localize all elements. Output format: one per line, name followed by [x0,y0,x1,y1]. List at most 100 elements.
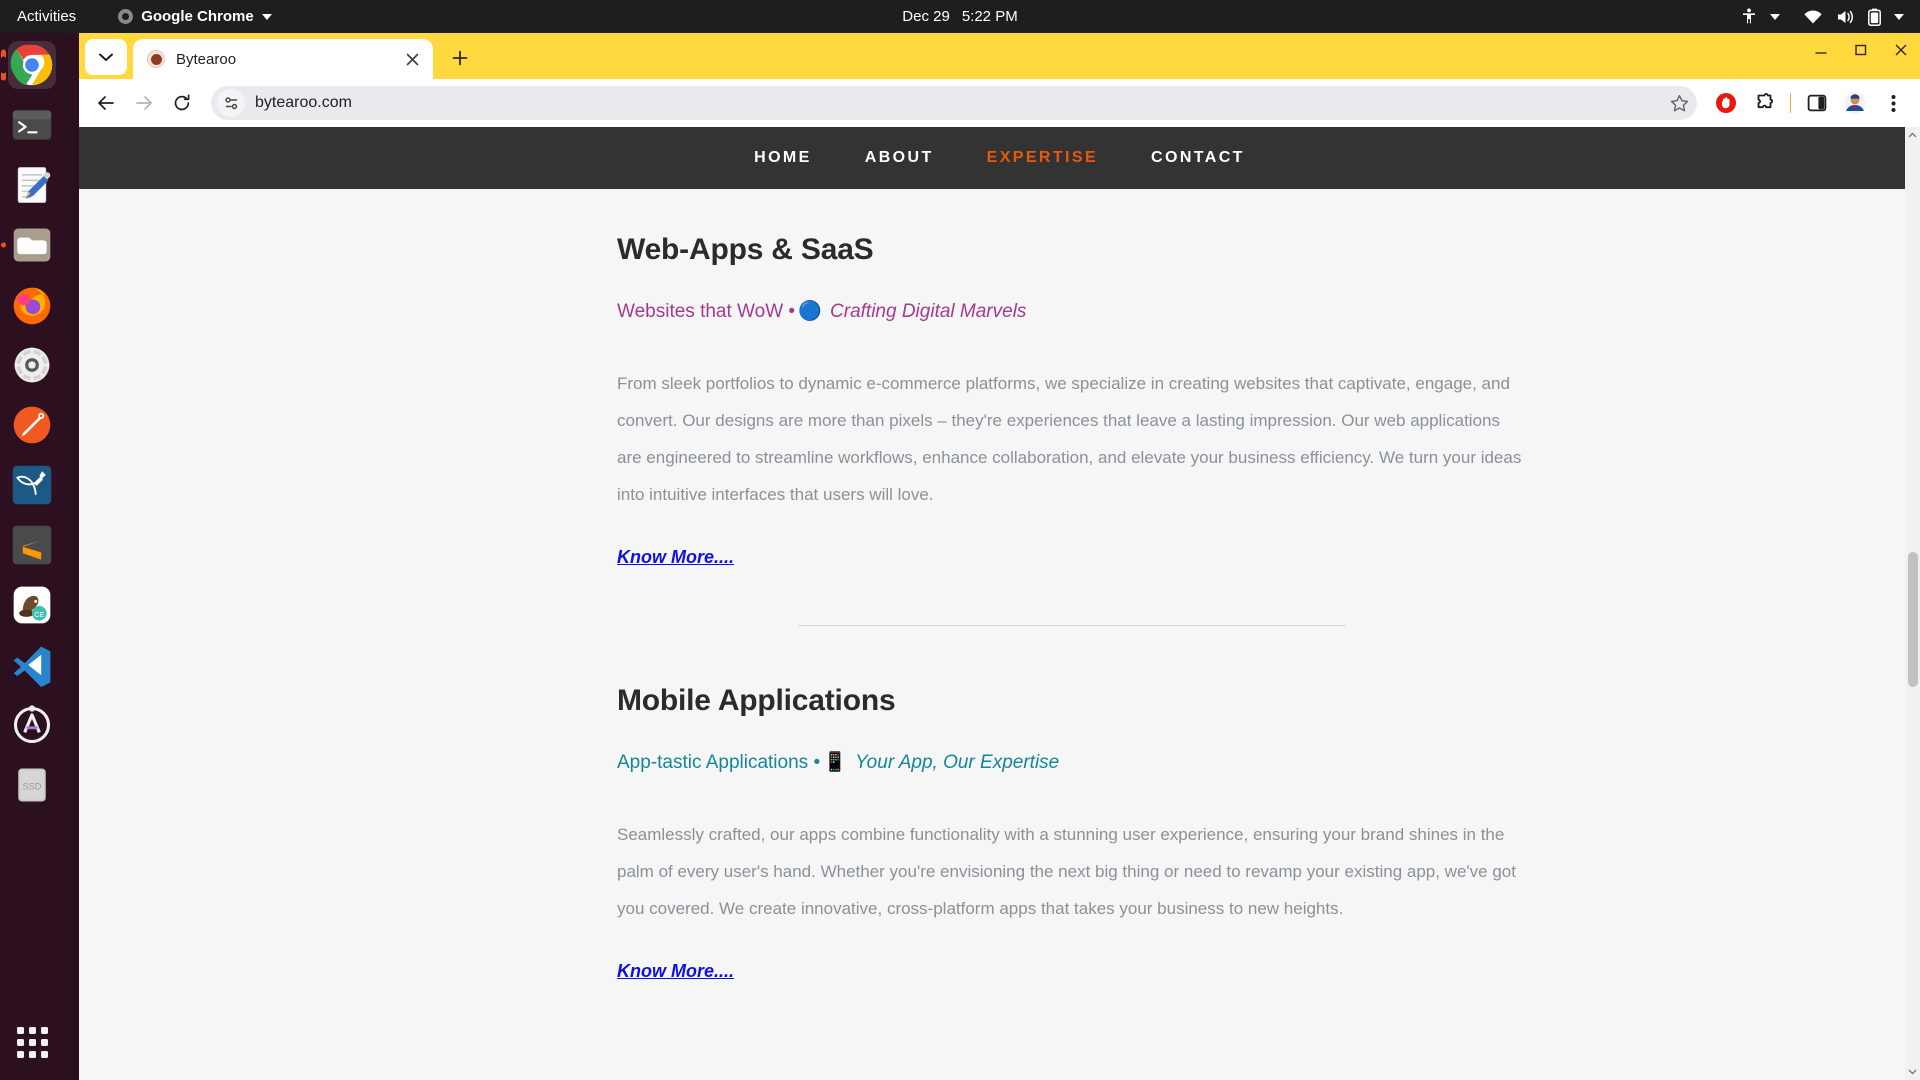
terminal-icon [12,110,52,140]
scroll-up-arrow-icon[interactable] [1908,131,1917,140]
chrome-menu-button[interactable] [1876,86,1910,120]
browser-tab[interactable]: Bytearoo [133,39,433,79]
dock-item-ubuntu-software[interactable] [8,701,56,749]
new-tab-button[interactable] [443,41,477,75]
page-viewport: HOME ABOUT EXPERTISE CONTACT Web-Apps & … [79,127,1920,1080]
browser-toolbar: bytearoo.com [79,79,1920,127]
svg-text:CE: CE [34,610,44,619]
wifi-icon[interactable] [1803,9,1823,25]
address-bar[interactable]: bytearoo.com [211,86,1697,120]
ssd-drive-icon: SSD [18,768,46,802]
mobile-phone-icon: 📱 [823,752,847,773]
section-divider [798,625,1346,626]
scrollbar-thumb[interactable] [1908,552,1918,687]
chevron-down-icon[interactable] [1894,13,1904,20]
chrome-icon [118,9,134,24]
maximize-button[interactable] [1850,39,1872,61]
close-window-button[interactable] [1890,39,1912,61]
clock[interactable]: Dec 29 5:22 PM [902,8,1017,25]
nav-link-contact[interactable]: CONTACT [1151,149,1245,167]
tagline-lead: App-tastic Applications [617,752,809,773]
plus-icon [452,50,468,66]
battery-icon[interactable] [1868,8,1881,26]
know-more-link[interactable]: Know More.... [617,547,734,568]
section-title: Web-Apps & SaaS [617,233,874,266]
forward-button[interactable] [127,86,161,120]
ubuntu-dock: CE SSD [0,33,64,1080]
extensions-puzzle-icon [1757,92,1773,108]
nav-link-expertise[interactable]: EXPERTISE [987,149,1098,167]
dock-item-ubuntu-tool[interactable] [8,401,56,449]
ubuntu-software-icon [13,705,51,744]
know-more-link[interactable]: Know More.... [617,961,734,982]
chevron-down-icon[interactable] [1770,13,1780,20]
chevron-down-icon [261,13,272,20]
clock-time: 5:22 PM [961,8,1018,25]
text-editor-icon [17,167,51,203]
google-chrome-icon [10,44,53,86]
tab-title: Bytearoo [176,50,237,68]
activities-button[interactable]: Activities [17,8,76,25]
scroll-down-arrow-icon[interactable] [1908,1067,1917,1076]
site-info-icon[interactable] [217,89,245,117]
dock-item-text-editor[interactable] [8,161,56,209]
app-menu-label: Google Chrome [141,8,254,25]
system-tray[interactable] [1741,8,1904,26]
nav-link-home[interactable]: HOME [754,149,812,167]
extensions-button[interactable] [1747,86,1781,120]
adblock-button[interactable] [1709,86,1743,120]
dock-item-google-chrome[interactable] [8,41,56,89]
page-content: Web-Apps & SaaS Websites that WoW • 🔵 Cra… [79,189,1920,982]
app-menu-button[interactable]: Google Chrome [118,8,272,25]
section-web-apps-saas: Web-Apps & SaaS Websites that WoW • 🔵 Cra… [617,233,1527,626]
avatar [1844,92,1866,114]
dock-item-mysql-workbench[interactable] [8,461,56,509]
side-panel-icon [1807,94,1827,112]
nav-link-about[interactable]: ABOUT [865,149,934,167]
bookmark-star-icon[interactable] [1665,89,1693,117]
clock-date: Dec 29 [902,8,950,25]
show-applications-button[interactable] [8,1018,56,1066]
maximize-icon [1855,44,1867,56]
volume-icon[interactable] [1836,9,1855,25]
accessibility-icon[interactable] [1741,8,1757,25]
dock-item-dbeaver[interactable]: CE [8,581,56,629]
dock-item-terminal[interactable] [8,101,56,149]
dock-item-vs-code[interactable] [8,641,56,689]
chevron-down-icon [99,53,113,61]
tagline-emphasis: Crafting Digital Marvels [830,301,1027,322]
dock-item-settings[interactable] [8,341,56,389]
toolbar-divider [1790,93,1791,113]
blue-circle-icon: 🔵 [798,301,822,322]
section-body: From sleek portfolios to dynamic e-comme… [617,374,1522,504]
gnome-top-bar: Activities Google Chrome Dec 29 5:22 PM [0,0,1920,33]
page-scrollbar[interactable] [1905,127,1920,1080]
tab-search-button[interactable] [85,39,127,75]
side-panel-button[interactable] [1800,86,1834,120]
section-tagline: Websites that WoW • 🔵 Crafting Digital Ma… [617,299,1527,323]
sublime-text-icon [12,525,52,565]
dock-item-firefox[interactable] [8,281,56,329]
tagline-separator: • [813,752,821,773]
close-icon [406,53,418,65]
back-button[interactable] [89,86,123,120]
svg-text:SSD: SSD [23,782,42,792]
dbeaver-icon: CE [13,586,51,624]
tagline-lead: Websites that WoW [617,301,784,322]
profile-avatar[interactable] [1838,86,1872,120]
section-tagline: App-tastic Applications • 📱 Your App, Our… [617,750,1527,774]
section-title: Mobile Applications [617,684,896,717]
vs-code-icon [13,646,51,687]
tab-strip: Bytearoo [79,33,1920,79]
dock-item-ssd-drive[interactable]: SSD [8,761,56,809]
minimize-button[interactable] [1810,39,1832,61]
dock-item-sublime-text[interactable] [8,521,56,569]
adblock-icon [1716,93,1736,113]
dock-item-files[interactable] [8,221,56,269]
back-icon [98,96,114,110]
mysql-workbench-icon [12,465,52,505]
tab-close-button[interactable] [401,48,423,70]
reload-button[interactable] [165,86,199,120]
three-dot-menu-icon [1891,94,1895,112]
section-body: Seamlessly crafted, our apps combine fun… [617,825,1516,918]
